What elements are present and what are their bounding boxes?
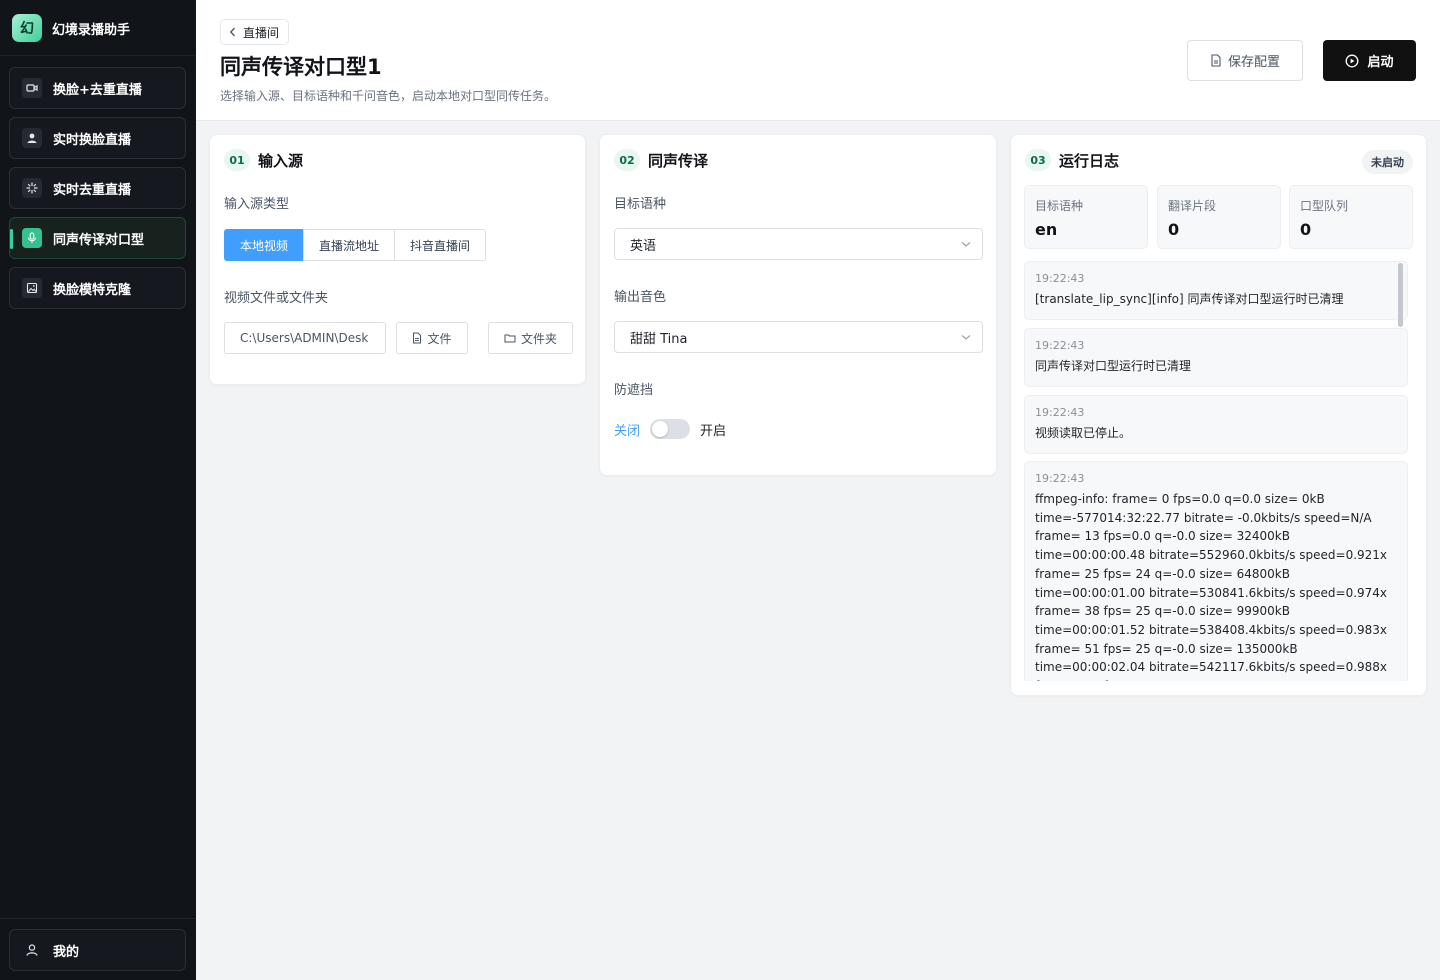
stat-lip-queue: 口型队列 0 [1289,185,1413,249]
save-config-button[interactable]: 保存配置 [1187,40,1303,81]
choose-file-label: 文件 [427,331,452,346]
log-message: [translate_lip_sync][info] 同声传译对口型运行时已清理 [1035,292,1344,306]
switch-knob [652,421,669,437]
log-message: 同声传译对口型运行时已清理 [1035,359,1192,373]
sidebar-item-label: 实时去重直播 [53,182,132,198]
source-type-selector: 本地视频 直播流地址 抖音直播间 [224,229,487,261]
microphone-icon [22,228,42,248]
file-label: 视频文件或文件夹 [224,291,329,306]
card-title: 输入源 [258,151,304,170]
occlusion-toggle-row: 关闭 开启 [614,419,726,439]
log-scrollbar[interactable] [1398,263,1403,327]
log-time: 19:22:43 [1035,339,1085,352]
app-logo: 幻 [12,14,42,42]
stat-value: en [1035,220,1058,239]
page-title: 同声传译对口型1 [220,55,382,79]
occlusion-label: 防遮挡 [614,383,654,398]
choose-file-button[interactable]: 文件 [396,322,468,354]
step-badge: 03 [1025,149,1051,171]
log-time: 19:22:43 [1035,472,1085,485]
stat-target-language: 目标语种 en [1024,185,1148,249]
source-type-local-video[interactable]: 本地视频 [224,229,305,261]
card-header: 02 同声传译 [614,149,708,171]
sidebar-item-label: 同声传译对口型 [53,232,145,248]
log-entry: 19:22:43 [translate_lip_sync][info] 同声传译… [1024,261,1408,320]
stat-translated-segments: 翻译片段 0 [1157,185,1281,249]
toggle-on-label: 开启 [700,423,727,439]
card-title: 同声传译 [648,151,709,170]
back-button-label: 直播间 [243,25,280,40]
log-message: ffmpeg-info: frame= 0 fps=0.0 q=0.0 size… [1035,492,1388,681]
stat-label: 口型队列 [1300,199,1349,213]
sidebar-item-realtime-dedup[interactable]: 实时去重直播 [9,167,186,209]
file-path-input[interactable]: C:\Users\ADMIN\Desk [224,322,386,354]
save-config-label: 保存配置 [1227,55,1280,70]
page-description: 选择输入源、目标语种和千问音色，启动本地对口型同传任务。 [220,89,557,103]
user-icon [22,128,42,148]
sidebar-item-simultaneous-lipsync[interactable]: 同声传译对口型 [9,217,186,259]
target-language-label: 目标语种 [614,197,667,212]
chevron-left-icon [229,27,237,37]
target-language-value: 英语 [630,238,657,254]
sparkle-icon [22,178,42,198]
sidebar-item-label: 换脸模特克隆 [53,282,132,298]
voice-select[interactable]: 甜甜 Tina [614,321,983,353]
start-label: 启动 [1367,55,1394,70]
stat-value: 0 [1300,220,1312,239]
log-entry: 19:22:43 同声传译对口型运行时已清理 [1024,328,1408,387]
video-icon [22,78,42,98]
card-header: 03 运行日志 [1025,149,1119,171]
log-entry: 19:22:43 视频读取已停止。 [1024,395,1408,454]
log-entry: 19:22:43 ffmpeg-info: frame= 0 fps=0.0 q… [1024,461,1408,681]
sidebar-footer: 我的 [0,918,196,980]
log-list[interactable]: 19:22:43 [translate_lip_sync][info] 同声传译… [1024,261,1416,681]
card-header: 01 输入源 [224,149,303,171]
sidebar-item-label: 实时换脸直播 [53,132,132,148]
brand: 幻 幻境录播助手 [0,0,196,56]
choose-folder-button[interactable]: 文件夹 [488,322,573,354]
folder-icon [504,333,516,343]
card-title: 运行日志 [1059,151,1120,170]
log-time: 19:22:43 [1035,406,1085,419]
sidebar-item-realtime-faceswap[interactable]: 实时换脸直播 [9,117,186,159]
input-source-card: 01 输入源 输入源类型 本地视频 直播流地址 抖音直播间 视频文件或文件夹 C… [209,134,586,385]
status-badge: 未启动 [1362,150,1413,174]
step-badge: 02 [614,149,640,171]
sidebar-item-label: 我的 [53,944,80,960]
file-icon [1210,54,1222,67]
user-outline-icon [22,940,42,960]
log-message: 视频读取已停止。 [1035,426,1132,440]
toggle-off-label: 关闭 [614,423,641,439]
app-name: 幻境录播助手 [52,23,131,38]
sidebar-item-faceswap-dedup-live[interactable]: 换脸+去重直播 [9,67,186,109]
step-badge: 01 [224,149,250,171]
voice-label: 输出音色 [614,290,667,305]
chevron-down-icon [960,331,972,343]
sidebar-item-label: 换脸+去重直播 [53,82,142,98]
log-time: 19:22:43 [1035,272,1085,285]
target-language-select[interactable]: 英语 [614,228,983,260]
stat-label: 目标语种 [1035,199,1084,213]
source-type-label: 输入源类型 [224,197,290,212]
sidebar-item-me[interactable]: 我的 [9,929,186,971]
stat-value: 0 [1168,220,1180,239]
source-type-douyin-room[interactable]: 抖音直播间 [394,229,487,261]
stat-label: 翻译片段 [1168,199,1217,213]
start-button[interactable]: 启动 [1323,40,1416,81]
file-icon [412,332,422,344]
page-header: 直播间 同声传译对口型1 选择输入源、目标语种和千问音色，启动本地对口型同传任务… [196,0,1440,121]
occlusion-switch[interactable] [650,419,691,439]
run-log-card: 03 运行日志 未启动 目标语种 en 翻译片段 0 口型队列 0 19:22:… [1010,134,1427,696]
choose-folder-label: 文件夹 [520,331,557,346]
sidebar: 幻 幻境录播助手 换脸+去重直播 实时换脸直播 实时去重直播 同声传译对口型 换… [0,0,196,980]
play-circle-icon [1345,54,1359,68]
source-type-stream-url[interactable]: 直播流地址 [303,229,396,261]
translation-card: 02 同声传译 目标语种 英语 输出音色 甜甜 Tina 防遮挡 关闭 开启 [599,134,997,476]
back-button[interactable]: 直播间 [220,19,290,45]
sidebar-item-model-clone[interactable]: 换脸模特克隆 [9,267,186,309]
voice-value: 甜甜 Tina [630,331,688,347]
chevron-down-icon [960,238,972,250]
image-icon [22,278,42,298]
